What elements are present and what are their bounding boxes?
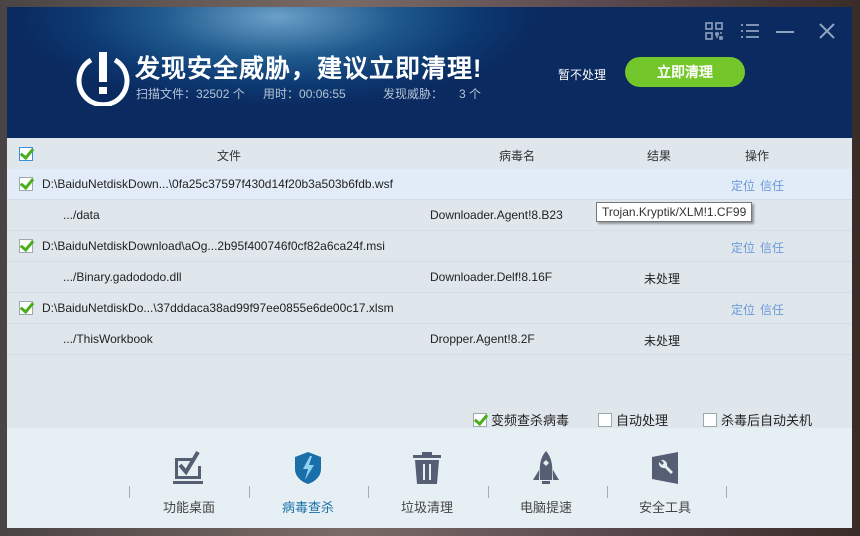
toolbar-security-tools[interactable]: 安全工具 bbox=[615, 450, 715, 516]
file-path: D:\BaiduNetdiskDo...\37dddaca38ad99f97ee… bbox=[42, 301, 394, 315]
column-result: 结果 bbox=[647, 149, 672, 163]
option-auto-handle[interactable]: 自动处理 bbox=[598, 410, 668, 429]
option-checkbox[interactable] bbox=[473, 413, 487, 427]
toolbar-label: 病毒查杀 bbox=[281, 500, 334, 515]
divider bbox=[368, 486, 369, 498]
option-label: 杀毒后自动关机 bbox=[721, 413, 813, 428]
trust-link[interactable]: 信任 bbox=[760, 239, 784, 256]
header-banner: 发现安全威胁，建议立即清理! 扫描文件：32502 个 用时：00:06:55 … bbox=[7, 7, 852, 138]
menu-icon[interactable] bbox=[740, 21, 760, 41]
time-value: 00:06:55 bbox=[299, 87, 346, 101]
virus-name: Dropper.Agent!8.2F bbox=[430, 332, 535, 346]
toolbar-speedup[interactable]: 电脑提速 bbox=[496, 450, 596, 516]
column-file: 文件 bbox=[217, 149, 242, 163]
result-status: 未处理 bbox=[644, 334, 681, 348]
column-virus: 病毒名 bbox=[499, 149, 536, 163]
toolbar-desktop[interactable]: 功能桌面 bbox=[139, 450, 239, 516]
trust-link[interactable]: 信任 bbox=[760, 177, 784, 194]
bottom-toolbar: 功能桌面 病毒查杀 垃圾清理 电脑提速 安全工具 bbox=[7, 428, 852, 528]
toolbar-label: 安全工具 bbox=[638, 500, 691, 515]
table-row[interactable]: D:\BaiduNetdiskDown...\0fa25c37597f430d1… bbox=[7, 169, 852, 200]
trust-link[interactable]: 信任 bbox=[760, 301, 784, 318]
table-row[interactable]: .../ThisWorkbook Dropper.Agent!8.2F 未处理 bbox=[7, 324, 852, 355]
divider bbox=[129, 486, 130, 498]
toolbar-label: 功能桌面 bbox=[162, 500, 215, 515]
qrcode-icon[interactable] bbox=[704, 21, 724, 41]
threats-count: 3 个 bbox=[459, 87, 482, 101]
option-auto-shutdown[interactable]: 杀毒后自动关机 bbox=[703, 410, 812, 429]
divider bbox=[249, 486, 250, 498]
wrench-icon bbox=[652, 452, 678, 484]
result-status: 未处理 bbox=[644, 272, 681, 286]
sub-file: .../ThisWorkbook bbox=[63, 332, 153, 346]
time-label: 用时： bbox=[263, 87, 300, 101]
select-all-checkbox[interactable] bbox=[19, 147, 33, 161]
option-label: 变频查杀病毒 bbox=[491, 413, 570, 428]
divider bbox=[488, 486, 489, 498]
table-row[interactable]: D:\BaiduNetdiskDownload\aOg...2b95f40074… bbox=[7, 231, 852, 262]
sub-file: .../data bbox=[63, 208, 100, 222]
option-label: 自动处理 bbox=[616, 413, 669, 428]
later-button[interactable]: 暂不处理 bbox=[558, 66, 606, 83]
virus-name-tooltip: Trojan.Kryptik/XLM!1.CF99 bbox=[596, 202, 753, 222]
virus-name: Downloader.Delf!8.16F bbox=[430, 270, 553, 284]
shield-icon bbox=[295, 452, 321, 484]
column-action: 操作 bbox=[745, 149, 770, 163]
minimize-icon[interactable] bbox=[775, 21, 795, 41]
warning-icon bbox=[76, 52, 130, 106]
virus-name: Downloader.Agent!8.B23 bbox=[430, 208, 563, 222]
toolbar-label: 电脑提速 bbox=[519, 500, 572, 515]
trash-icon bbox=[413, 452, 441, 484]
toolbar-label: 垃圾清理 bbox=[400, 500, 453, 515]
page-title: 发现安全威胁，建议立即清理! bbox=[135, 55, 483, 83]
locate-link[interactable]: 定位 bbox=[731, 177, 755, 194]
toolbar-junk-clean[interactable]: 垃圾清理 bbox=[377, 450, 477, 516]
toolbar-virus-scan[interactable]: 病毒查杀 bbox=[258, 450, 358, 516]
divider bbox=[726, 486, 727, 498]
scanned-count: 32502 个 bbox=[196, 87, 245, 101]
locate-link[interactable]: 定位 bbox=[731, 301, 755, 318]
row-checkbox[interactable] bbox=[19, 301, 33, 315]
table-row[interactable]: .../Binary.gadododo.dll Downloader.Delf!… bbox=[7, 262, 852, 293]
sub-file: .../Binary.gadododo.dll bbox=[63, 270, 182, 284]
table-row[interactable]: D:\BaiduNetdiskDo...\37dddaca38ad99f97ee… bbox=[7, 293, 852, 324]
checkbox-icon bbox=[173, 450, 203, 484]
option-checkbox[interactable] bbox=[703, 413, 717, 427]
divider bbox=[607, 486, 608, 498]
locate-link[interactable]: 定位 bbox=[731, 239, 755, 256]
option-frequency-scan[interactable]: 变频查杀病毒 bbox=[473, 410, 569, 429]
option-checkbox[interactable] bbox=[598, 413, 612, 427]
file-path: D:\BaiduNetdiskDownload\aOg...2b95f40074… bbox=[42, 239, 385, 253]
rocket-icon bbox=[533, 451, 559, 484]
row-checkbox[interactable] bbox=[19, 177, 33, 191]
row-checkbox[interactable] bbox=[19, 239, 33, 253]
scan-result-window: 发现安全威胁，建议立即清理! 扫描文件：32502 个 用时：00:06:55 … bbox=[7, 7, 852, 528]
file-path: D:\BaiduNetdiskDown...\0fa25c37597f430d1… bbox=[42, 177, 393, 191]
close-icon[interactable] bbox=[817, 21, 837, 41]
clean-now-button[interactable]: 立即清理 bbox=[625, 57, 745, 87]
scanned-label: 扫描文件： bbox=[136, 87, 197, 101]
threats-label: 发现威胁： bbox=[383, 87, 444, 101]
table-header: 文件 病毒名 结果 操作 bbox=[7, 138, 852, 169]
